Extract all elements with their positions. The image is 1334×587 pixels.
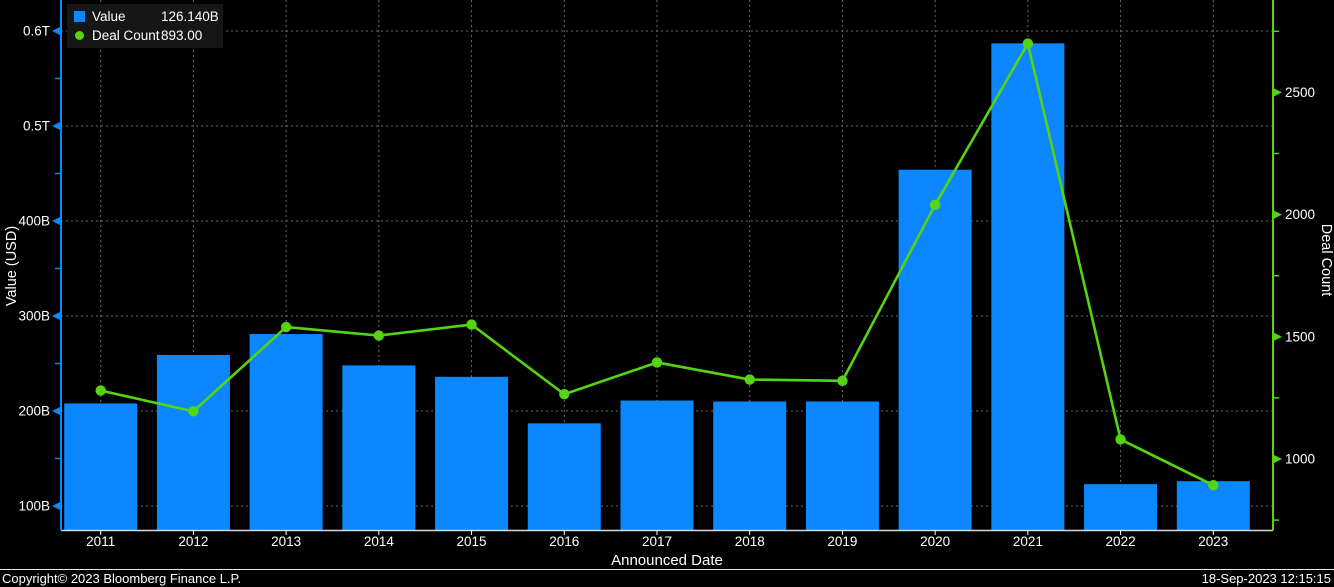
left-tick-arrow-icon [52,216,61,226]
bar-2019[interactable] [805,401,879,531]
x-tick-label-2017: 2017 [642,534,672,549]
x-tick-label-2023: 2023 [1198,534,1228,549]
right-tick-label: 2500 [1285,85,1315,100]
right-tick-label: 2000 [1285,207,1315,222]
legend-item-deal-count[interactable]: Deal Count 893.00 [74,26,217,45]
copyright-text: Copyright© 2023 Bloomberg Finance L.P. [2,571,242,586]
left-tick-label: 400B [18,214,50,229]
left-tick-label: 100B [18,499,50,514]
x-tick-label-2011: 2011 [86,534,115,549]
legend[interactable]: Value 126.140B Deal Count 893.00 [67,4,223,48]
deal-count-point-2020[interactable] [929,199,941,211]
x-tick-label-2016: 2016 [549,534,579,549]
legend-value-deal-count: 893.00 [161,28,203,43]
bar-2020[interactable] [898,169,972,531]
x-tick-label-2015: 2015 [457,534,487,549]
deal-count-point-2017[interactable] [651,357,663,368]
deal-count-point-2016[interactable] [559,389,570,400]
bar-2015[interactable] [435,376,509,531]
deal-count-point-2019[interactable] [837,375,848,386]
bar-2017[interactable] [620,400,694,531]
left-tick-label: 200B [18,404,50,419]
deal-count-point-2011[interactable] [95,385,106,396]
left-tick-label: 0.6T [23,24,50,39]
deal-count-point-2012[interactable] [188,406,199,417]
legend-value-value: 126.140B [161,9,219,24]
left-tick-arrow-icon [52,406,61,416]
bar-2011[interactable] [64,403,138,531]
right-tick-arrow-icon [1273,87,1282,97]
legend-item-value[interactable]: Value 126.140B [74,7,219,26]
right-tick-label: 1000 [1285,452,1315,467]
bar-2016[interactable] [527,423,601,531]
deal-count-point-2013[interactable] [280,321,292,333]
x-tick-label-2022: 2022 [1106,534,1136,549]
value-series-swatch-icon [74,11,85,22]
bar-2018[interactable] [713,401,787,531]
footer-bar: Copyright© 2023 Bloomberg Finance L.P. 1… [0,569,1334,587]
x-tick-label-2014: 2014 [364,534,395,549]
right-tick-arrow-icon [1273,210,1282,220]
x-tick-label-2018: 2018 [735,534,765,549]
deal-count-point-2014[interactable] [373,330,385,341]
deal-count-series-swatch-icon [75,31,84,40]
right-axis-title: Deal Count [1318,224,1334,297]
x-tick-label-2021: 2021 [1013,534,1043,549]
left-tick-arrow-icon [52,311,61,321]
timestamp-text: 18-Sep-2023 12:15:15 [1201,571,1331,586]
bar-2013[interactable] [249,334,323,531]
deal-count-point-2023[interactable] [1208,479,1219,491]
chart-canvas: 2011 2012 2013 2014 2015 2016 2017 2018 2019 2020… [4,0,1334,569]
legend-label-deal-count: Deal Count [92,28,160,43]
left-tick-arrow-icon [52,501,61,511]
legend-label-value: Value [92,9,126,24]
left-axis-title: Value (USD) [4,226,20,306]
x-tick-label-2013: 2013 [271,534,301,549]
bloomberg-chart-window: 2011 2012 2013 2014 2015 2016 2017 2018 2019 2020… [0,0,1334,587]
left-tick-arrow-icon [52,26,61,36]
bar-2022[interactable] [1084,484,1158,531]
x-axis-title: Announced Date [611,552,723,569]
x-tick-label-2019: 2019 [827,534,857,549]
left-tick-label: 0.5T [23,119,50,134]
bar-2012[interactable] [156,354,230,531]
deal-count-point-2022[interactable] [1115,434,1126,445]
bar-2014[interactable] [342,365,416,531]
deal-count-point-2015[interactable] [466,319,477,330]
x-tick-label-2020: 2020 [920,534,950,549]
right-tick-label: 1500 [1285,329,1315,344]
bar-2021[interactable] [991,43,1065,531]
left-tick-arrow-icon [52,121,61,131]
x-tick-label-2012: 2012 [178,534,208,549]
deal-count-point-2021[interactable] [1022,38,1034,49]
right-tick-arrow-icon [1273,332,1282,342]
left-tick-label: 300B [18,309,50,324]
deal-count-point-2018[interactable] [744,374,755,385]
right-tick-arrow-icon [1273,454,1282,464]
